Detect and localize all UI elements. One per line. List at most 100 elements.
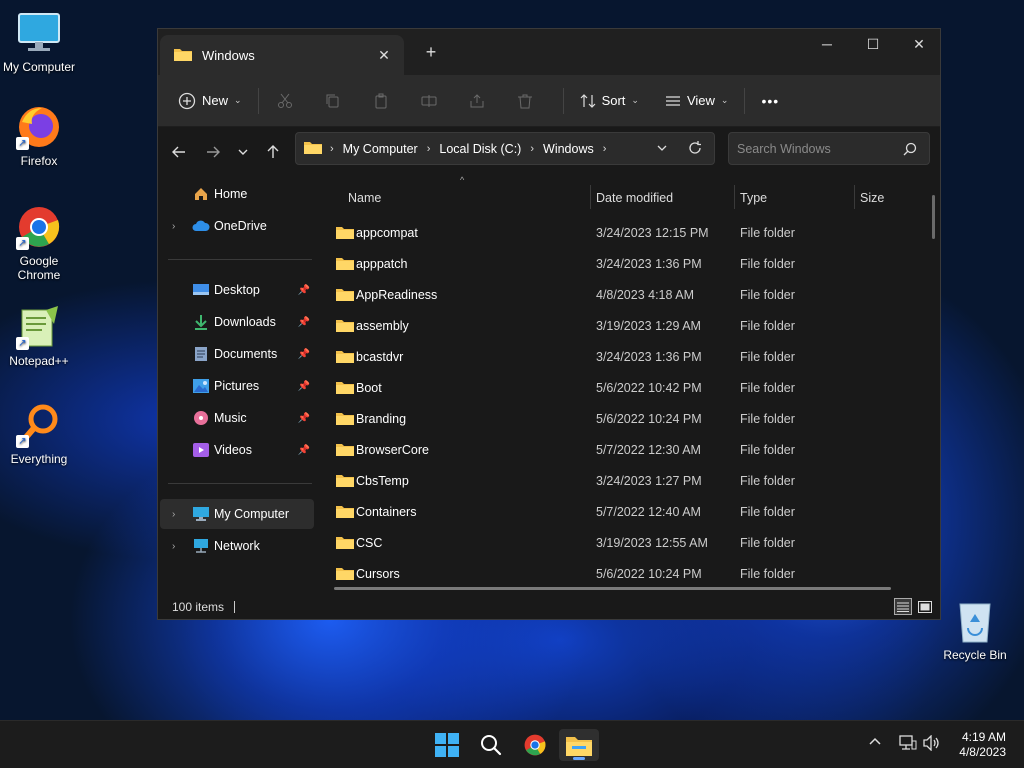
sort-button[interactable]: Sort ⌄ (572, 84, 647, 118)
breadcrumb-my-computer[interactable]: My Computer (343, 142, 418, 156)
sidebar-item-my-computer[interactable]: › My Computer (160, 499, 314, 529)
horizontal-scrollbar-thumb[interactable] (334, 587, 891, 590)
sidebar-item-network[interactable]: › Network (160, 531, 314, 561)
table-row[interactable]: AppReadiness 4/8/2023 4:18 AM File folder (324, 279, 924, 310)
taskbar-chrome[interactable] (515, 729, 555, 761)
monitor-icon (192, 505, 210, 523)
pin-icon[interactable]: 📌 (298, 381, 310, 392)
taskbar-file-explorer[interactable] (559, 729, 599, 761)
more-options-button[interactable]: ••• (753, 84, 787, 118)
file-type: File folder (740, 380, 795, 395)
tiles-view-icon[interactable] (916, 598, 934, 615)
close-tab-icon[interactable]: ✕ (374, 45, 394, 65)
breadcrumb-local-disk[interactable]: Local Disk (C:) (439, 142, 521, 156)
search-button[interactable] (471, 729, 511, 761)
search-icon[interactable] (903, 142, 917, 159)
desktop-icon-recycle-bin[interactable]: Recycle Bin (936, 598, 1014, 662)
sidebar-item-pictures[interactable]: Pictures 📌 (160, 371, 314, 401)
search-input[interactable] (737, 141, 897, 156)
volume-icon[interactable] (923, 734, 941, 754)
delete-icon[interactable] (507, 84, 543, 118)
pin-icon[interactable]: 📌 (298, 349, 310, 360)
maximize-button[interactable]: ☐ (850, 29, 896, 59)
desktop-icon-notepad-plus-plus[interactable]: ↗ Notepad++ (0, 304, 78, 368)
file-name: AppReadiness (356, 287, 438, 302)
table-row[interactable]: bcastdvr 3/24/2023 1:36 PM File folder (324, 341, 924, 372)
copy-icon[interactable] (315, 84, 351, 118)
column-separator[interactable] (734, 185, 735, 209)
pin-icon[interactable]: 📌 (298, 413, 310, 424)
cut-icon[interactable] (267, 84, 303, 118)
chevron-right-icon[interactable]: › (172, 541, 175, 552)
column-separator[interactable] (590, 185, 591, 209)
column-header-date-modified[interactable]: Date modified (596, 183, 673, 213)
desktop-icon-label: Recycle Bin (943, 648, 1007, 662)
column-separator[interactable] (854, 185, 855, 209)
table-row[interactable]: CSC 3/19/2023 12:55 AM File folder (324, 527, 924, 558)
vertical-scrollbar-thumb[interactable] (932, 195, 935, 239)
windows-logo-icon (435, 733, 459, 757)
system-clock[interactable]: 4:19 AM 4/8/2023 (959, 730, 1006, 760)
table-row[interactable]: Boot 5/6/2022 10:42 PM File folder (324, 372, 924, 403)
up-button[interactable] (260, 139, 286, 165)
home-icon (192, 185, 210, 203)
tab-windows[interactable]: Windows ✕ (160, 35, 404, 75)
view-button[interactable]: View ⌄ (657, 84, 737, 118)
table-row[interactable]: appcompat 3/24/2023 12:15 PM File folder (324, 217, 924, 248)
pin-icon[interactable]: 📌 (298, 285, 310, 296)
show-hidden-icons-chevron[interactable] (868, 735, 882, 752)
desktop-icon (192, 281, 210, 299)
sidebar-item-desktop[interactable]: Desktop 📌 (160, 275, 314, 305)
close-window-button[interactable]: ✕ (896, 29, 942, 59)
rename-icon[interactable] (411, 84, 447, 118)
share-icon[interactable] (459, 84, 495, 118)
table-row[interactable]: CbsTemp 3/24/2023 1:27 PM File folder (324, 465, 924, 496)
breadcrumb-windows[interactable]: Windows (543, 142, 594, 156)
forward-button[interactable] (200, 139, 226, 165)
refresh-icon[interactable] (688, 141, 702, 158)
new-button[interactable]: New ⌄ (170, 84, 250, 118)
desktop-icon-my-computer[interactable]: My Computer (0, 10, 78, 74)
file-name: apppatch (356, 256, 408, 271)
plus-circle-icon (178, 92, 196, 109)
desktop-icon-firefox[interactable]: ↗ Firefox (0, 104, 78, 168)
pin-icon[interactable]: 📌 (298, 317, 310, 328)
sidebar-item-documents[interactable]: Documents 📌 (160, 339, 314, 369)
minimize-button[interactable]: ─ (804, 29, 850, 59)
file-type: File folder (740, 349, 795, 364)
details-view-icon[interactable] (894, 598, 912, 615)
start-button[interactable] (427, 729, 467, 761)
table-row[interactable]: BrowserCore 5/7/2022 12:30 AM File folder (324, 434, 924, 465)
table-row[interactable]: apppatch 3/24/2023 1:36 PM File folder (324, 248, 924, 279)
column-header-type[interactable]: Type (740, 183, 767, 213)
chevron-right-icon[interactable]: › (172, 221, 175, 232)
column-header-name[interactable]: Name (348, 183, 381, 213)
address-bar[interactable]: › My Computer › Local Disk (C:) › Window… (295, 132, 715, 165)
sidebar-item-home[interactable]: Home (160, 179, 314, 209)
table-row[interactable]: assembly 3/19/2023 1:29 AM File folder (324, 310, 924, 341)
paste-icon[interactable] (363, 84, 399, 118)
table-row[interactable]: Containers 5/7/2022 12:40 AM File folder (324, 496, 924, 527)
chevron-right-icon[interactable]: › (172, 509, 175, 520)
desktop-icon-everything[interactable]: ↗ Everything (0, 402, 78, 466)
file-name: Containers (356, 504, 417, 519)
pin-icon[interactable]: 📌 (298, 445, 310, 456)
sidebar-item-videos[interactable]: Videos 📌 (160, 435, 314, 465)
column-header-size[interactable]: Size (860, 183, 884, 213)
search-box[interactable] (728, 132, 930, 165)
sidebar-item-onedrive[interactable]: › OneDrive (160, 211, 314, 241)
folder-icon (336, 287, 354, 304)
recent-locations-button[interactable] (230, 139, 256, 165)
new-tab-button[interactable]: + (420, 41, 442, 63)
chevron-down-icon (238, 149, 248, 155)
sidebar-item-music[interactable]: Music 📌 (160, 403, 314, 433)
table-row[interactable]: Cursors 5/6/2022 10:24 PM File folder (324, 558, 924, 589)
network-icon[interactable] (899, 735, 917, 754)
desktop-icon-chrome[interactable]: ↗ Google Chrome (0, 204, 78, 282)
address-history-chevron-icon[interactable] (656, 142, 668, 157)
table-row[interactable]: Branding 5/6/2022 10:24 PM File folder (324, 403, 924, 434)
file-type: File folder (740, 411, 795, 426)
sidebar-item-downloads[interactable]: Downloads 📌 (160, 307, 314, 337)
back-button[interactable] (166, 139, 192, 165)
file-type: File folder (740, 504, 795, 519)
